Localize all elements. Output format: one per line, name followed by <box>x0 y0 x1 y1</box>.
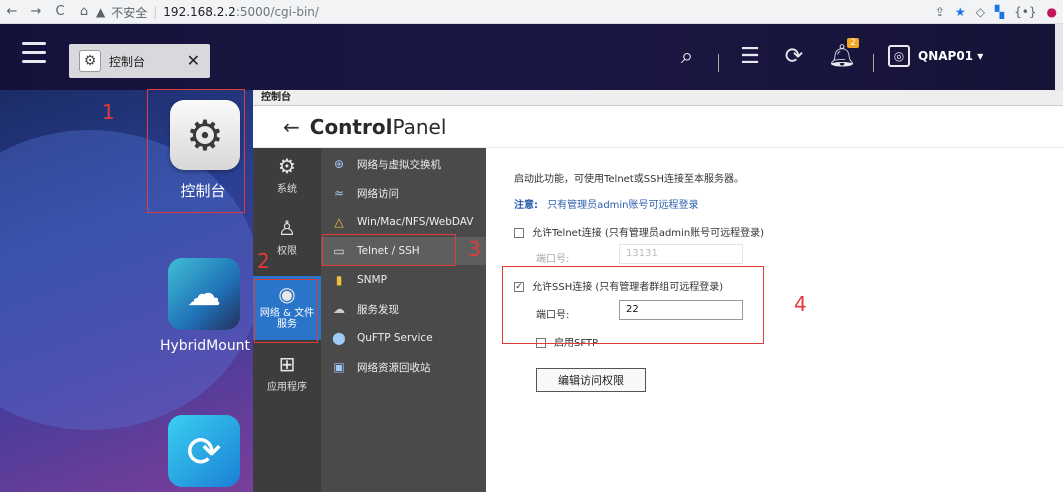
window-title: 控制台 <box>253 90 1063 106</box>
tab-label: 控制台 <box>109 54 146 69</box>
sync-app-icon[interactable]: ⟳ <box>168 415 240 487</box>
network-icon: ⊕ <box>333 157 345 171</box>
sub-item-label: Win/Mac/NFS/WebDAV <box>357 216 474 228</box>
close-icon[interactable]: ✕ <box>187 51 200 70</box>
divider <box>718 54 719 72</box>
title-bold: Control <box>309 114 393 139</box>
intro-text: 启动此功能，可使用Telnet或SSH连接至本服务器。 <box>514 174 744 185</box>
url-path: :5000/cgi-bin/ <box>235 5 319 19</box>
apps-icon: ⊞ <box>278 352 296 376</box>
telnet-port-field[interactable]: 13131 <box>619 244 743 264</box>
hybridmount-app-icon[interactable]: ☁ <box>168 258 240 330</box>
telnet-port-label: 端口号: <box>536 254 570 265</box>
note-text: 只有管理员admin账号可远程登录 <box>547 200 699 211</box>
edit-access-button[interactable]: 编辑访问权限 <box>536 368 646 392</box>
telnet-label: 允许Telnet连接 (只有管理员admin账号可远程登录) <box>532 228 765 239</box>
sub-item-label: 服务发现 <box>357 303 399 316</box>
star-icon[interactable]: ★ <box>955 5 966 19</box>
sub-item-label: SNMP <box>357 274 387 286</box>
category-system[interactable]: ⚙ 系统 <box>253 154 321 204</box>
stack-icon[interactable]: ☰ <box>733 44 767 69</box>
reload-icon[interactable]: C <box>48 0 72 24</box>
share-icon[interactable]: ⇪ <box>935 5 945 19</box>
user-icon[interactable]: ◎ <box>888 45 910 67</box>
back-icon[interactable]: ← <box>0 0 24 24</box>
sub-item-snmp[interactable]: ▮ SNMP <box>321 266 486 294</box>
annotation-box-1 <box>147 89 245 213</box>
annotation-box-4 <box>502 266 764 344</box>
category-applications[interactable]: ⊞ 应用程序 <box>253 352 321 402</box>
browser-toolbar: ← → C ⌂ ▲ 不安全 | 192.168.2.2:5000/cgi-bin… <box>0 0 1063 24</box>
sub-item-service-discovery[interactable]: ☁ 服务发现 <box>321 295 486 323</box>
category-label: 系统 <box>277 184 297 195</box>
address-bar[interactable]: ▲ 不安全 | 192.168.2.2:5000/cgi-bin/ <box>96 2 876 22</box>
topbar-icons: ⌕ ☰ ⟳ 🔔︎ 2 ◎ QNAP01 ▾ <box>670 37 983 74</box>
sub-item-network-virtual-switch[interactable]: ⊕ 网络与虚拟交换机 <box>321 150 486 178</box>
url-divider: | <box>153 5 158 19</box>
home-icon[interactable]: ⌂ <box>72 0 96 24</box>
bell-icon[interactable]: 🔔︎ 2 <box>825 37 859 69</box>
scroll-strip <box>1055 24 1063 90</box>
code-icon[interactable]: {•} <box>1014 5 1036 19</box>
control-panel-header: ← ControlPanel <box>253 106 1063 148</box>
sub-item-label: 网络资源回收站 <box>357 361 431 374</box>
annotation-box-3 <box>322 234 456 266</box>
sub-item-network-access[interactable]: ≈ 网络访问 <box>321 179 486 207</box>
telnet-checkbox[interactable] <box>514 228 524 238</box>
snmp-icon: ▮ <box>335 273 343 287</box>
network-access-icon: ≈ <box>333 186 345 200</box>
title-light: Panel <box>392 114 447 139</box>
gear-icon: ⚙ <box>79 50 101 72</box>
qts-topbar: ⚙ 控制台 ✕ ⌕ ☰ ⟳ 🔔︎ 2 ◎ QNAP01 ▾ <box>0 24 1063 90</box>
taskbar-tab-control-panel[interactable]: ⚙ 控制台 ✕ <box>69 44 210 78</box>
user-menu[interactable]: QNAP01 ▾ <box>918 49 983 63</box>
telnet-option: 允许Telnet连接 (只有管理员admin账号可远程登录) <box>514 224 764 239</box>
sub-item-label: 网络与虚拟交换机 <box>357 158 441 171</box>
category-label: 权限 <box>277 246 297 257</box>
back-arrow-icon[interactable]: ← <box>283 115 300 139</box>
sub-item-label: QuFTP Service <box>357 332 433 344</box>
subcategory-list: ⊕ 网络与虚拟交换机 ≈ 网络访问 △ Win/Mac/NFS/WebDAV ▭… <box>321 148 486 492</box>
browser-actions: ⇪ ★ ◇ ▚ {•} ● <box>935 0 1063 24</box>
insecure-label: 不安全 <box>111 5 148 20</box>
category-label: 应用程序 <box>267 382 307 393</box>
discovery-icon: ☁ <box>333 302 345 316</box>
annotation-number-1: 1 <box>102 100 115 124</box>
annotation-number-3: 3 <box>468 237 481 261</box>
shield-icon[interactable]: ◇ <box>976 5 985 19</box>
app-label-hybridmount: HybridMount <box>159 338 251 354</box>
notification-badge: 2 <box>847 37 859 48</box>
sub-item-network-recycle-bin[interactable]: ▣ 网络资源回收站 <box>321 353 486 381</box>
gear-icon: ⚙ <box>278 154 296 178</box>
file-share-icon: △ <box>334 215 344 229</box>
sub-item-win-mac-nfs[interactable]: △ Win/Mac/NFS/WebDAV <box>321 208 486 236</box>
search-icon[interactable]: ⌕ <box>670 44 704 69</box>
recycle-icon: ▣ <box>333 360 345 374</box>
url-host: 192.168.2.2 <box>163 5 236 19</box>
sub-item-quftp[interactable]: ⬤ QuFTP Service <box>321 324 486 352</box>
warning-icon: ▲ <box>96 5 106 19</box>
control-panel-title: ControlPanel <box>310 115 447 139</box>
menu-icon[interactable] <box>22 42 46 66</box>
user-icon: ♙ <box>278 216 296 240</box>
profile-icon[interactable]: ● <box>1047 5 1057 19</box>
note-label: 注意: <box>514 200 538 211</box>
extension-icon[interactable]: ▚ <box>995 5 1004 19</box>
annotation-number-4: 4 <box>794 292 807 316</box>
divider <box>873 54 874 72</box>
sub-item-label: 网络访问 <box>357 187 399 200</box>
annotation-box-2 <box>254 279 318 343</box>
sync-icon[interactable]: ⟳ <box>777 44 811 69</box>
forward-icon[interactable]: → <box>24 0 48 24</box>
note-line: 注意: 只有管理员admin账号可远程登录 <box>514 196 699 211</box>
ftp-icon: ⬤ <box>332 331 346 345</box>
annotation-number-2: 2 <box>257 249 270 273</box>
